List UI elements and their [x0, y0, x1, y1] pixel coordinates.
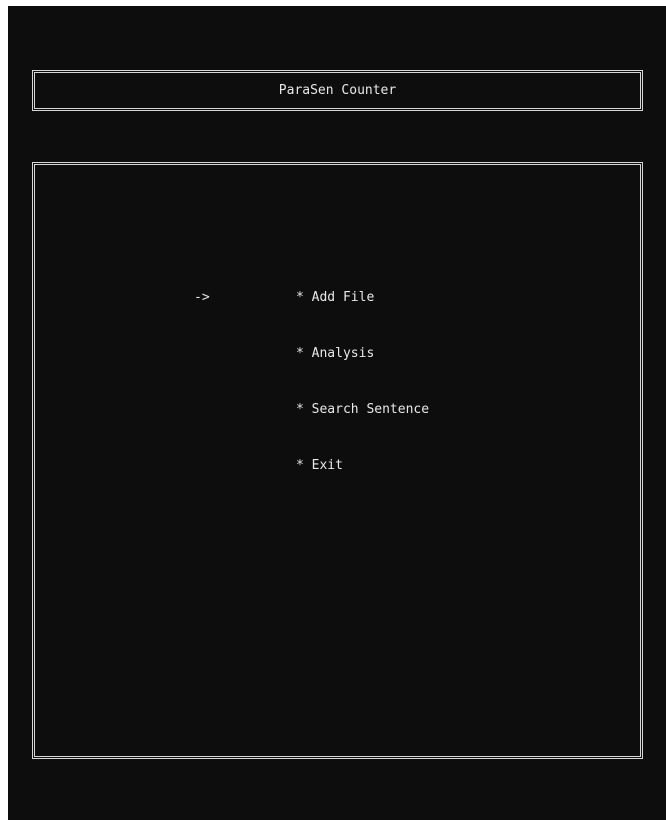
terminal-screen: ParaSen Counter -> * Add File * Analysis… — [8, 6, 666, 820]
title-box: ParaSen Counter — [32, 70, 643, 111]
menu-item-exit[interactable]: * Exit — [296, 458, 343, 474]
menu-cursor-arrow: -> — [194, 290, 210, 305]
menu-item-search-sentence[interactable]: * Search Sentence — [296, 402, 429, 418]
menu-item-analysis[interactable]: * Analysis — [296, 346, 374, 362]
app-title: ParaSen Counter — [278, 83, 397, 98]
menu-item-add-file[interactable]: * Add File — [296, 290, 374, 306]
menu-box: -> * Add File * Analysis * Search Senten… — [32, 162, 643, 759]
